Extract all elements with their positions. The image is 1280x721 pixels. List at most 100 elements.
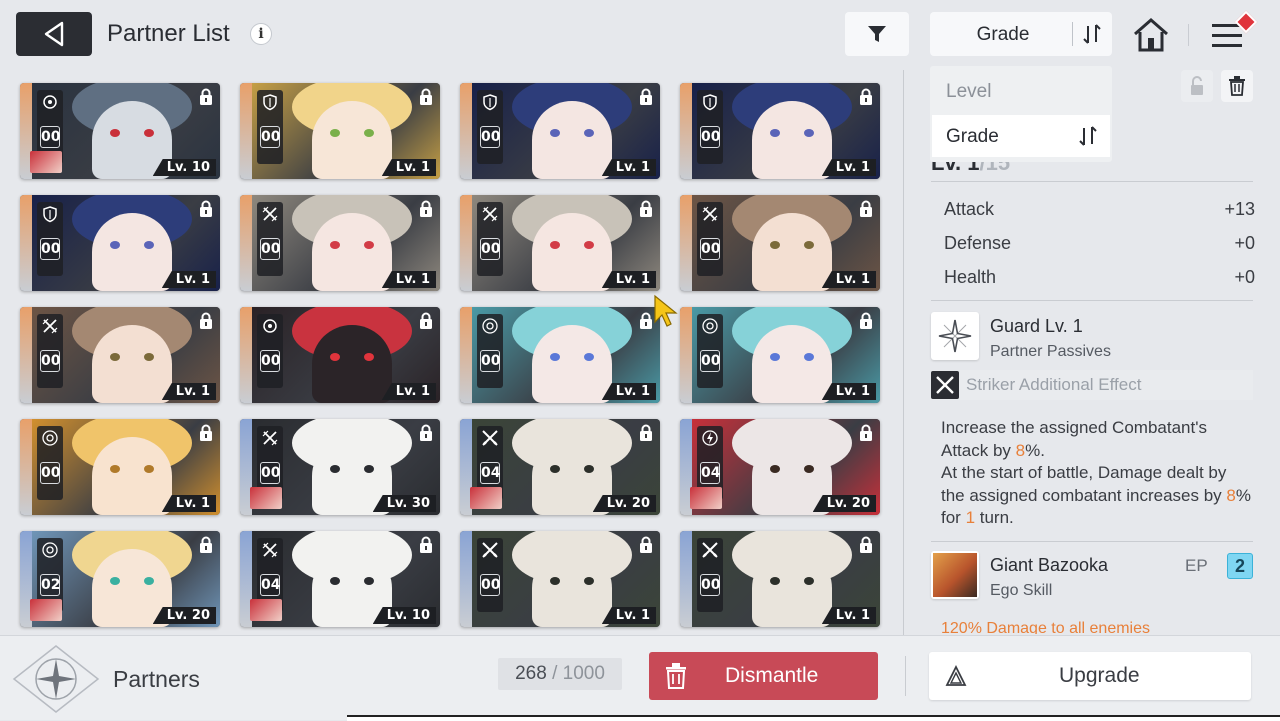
filter-button[interactable] <box>845 12 909 56</box>
lock-icon[interactable] <box>417 424 435 442</box>
rarity-stripe <box>240 307 252 403</box>
partner-count: 00 <box>40 238 60 260</box>
lock-icon[interactable] <box>857 312 875 330</box>
discard-button[interactable] <box>1221 70 1253 102</box>
info-icon[interactable]: i <box>250 23 272 45</box>
ego-skill-button[interactable] <box>931 551 979 599</box>
partner-card[interactable]: 04 Lv. 20 <box>460 419 660 515</box>
lock-icon[interactable] <box>197 536 215 554</box>
class-ranger-icon <box>42 542 58 558</box>
partner-card[interactable]: 00 Lv. 30 <box>240 419 440 515</box>
passive-skill-name: Guard Lv. 1 <box>990 316 1083 336</box>
partner-card[interactable]: 04 Lv. 20 <box>680 419 880 515</box>
sort-select[interactable]: Grade <box>930 12 1112 56</box>
rank-box: 00 <box>37 426 63 500</box>
lock-icon[interactable] <box>637 200 655 218</box>
home-button[interactable] <box>1131 16 1171 54</box>
equipped-combatant-thumbnail <box>690 487 722 509</box>
partner-card[interactable]: 00 Lv. 1 <box>240 195 440 291</box>
lock-icon[interactable] <box>417 88 435 106</box>
lock-icon[interactable] <box>857 424 875 442</box>
divider <box>931 181 1253 182</box>
lock-icon[interactable] <box>417 312 435 330</box>
partner-card[interactable]: 00 Lv. 1 <box>460 195 660 291</box>
equipped-combatant-thumbnail <box>470 487 502 509</box>
class-striker-icon <box>262 430 278 446</box>
trash-icon <box>1229 76 1245 96</box>
sort-option-level[interactable]: Level <box>930 70 1108 112</box>
lock-icon[interactable] <box>637 536 655 554</box>
window-bottom-edge <box>347 715 1280 721</box>
rarity-stripe <box>20 307 32 403</box>
partner-count: 00 <box>40 126 60 148</box>
rank-box: 00 <box>477 314 503 388</box>
class-effect-title: Striker Additional Effect <box>966 375 1142 394</box>
partner-card[interactable]: 00 Lv. 1 <box>460 83 660 179</box>
partner-card[interactable]: 00 Lv. 1 <box>20 195 220 291</box>
lock-icon[interactable] <box>417 536 435 554</box>
equipped-combatant-thumbnail <box>250 487 282 509</box>
lock-icon[interactable] <box>197 312 215 330</box>
lock-icon[interactable] <box>417 200 435 218</box>
partner-card[interactable]: 00 Lv. 1 <box>20 419 220 515</box>
sort-order-toggle[interactable] <box>1078 22 1106 46</box>
partner-card[interactable]: 00 Lv. 1 <box>680 83 880 179</box>
lock-toggle-button[interactable] <box>1181 70 1213 102</box>
partner-card[interactable]: 02 Lv. 20 <box>20 531 220 627</box>
lock-icon[interactable] <box>857 200 875 218</box>
partner-count: 02 <box>40 574 60 596</box>
filter-icon <box>868 26 886 42</box>
ego-skill-name: Giant Bazooka <box>990 555 1109 575</box>
partner-card[interactable]: 00 Lv. 1 <box>240 307 440 403</box>
lock-icon[interactable] <box>197 200 215 218</box>
stat-label: Defense <box>944 233 1012 253</box>
partner-card[interactable]: 00 Lv. 1 <box>680 531 880 627</box>
menu-line <box>1212 34 1242 37</box>
partner-card[interactable]: 00 Lv. 10 <box>20 83 220 179</box>
partner-card[interactable]: 00 Lv. 1 <box>460 307 660 403</box>
lock-icon[interactable] <box>637 88 655 106</box>
back-button[interactable] <box>16 12 92 56</box>
partner-card[interactable]: 00 Lv. 1 <box>460 531 660 627</box>
lock-icon[interactable] <box>197 424 215 442</box>
dismantle-button[interactable]: Dismantle <box>649 652 878 700</box>
unlock-icon <box>1191 76 1203 95</box>
partner-count: 00 <box>40 462 60 484</box>
menu-button[interactable] <box>1208 10 1258 54</box>
lock-icon[interactable] <box>857 88 875 106</box>
section-label: Partners <box>113 666 200 692</box>
lock-icon[interactable] <box>857 536 875 554</box>
rank-box: 00 <box>257 202 283 276</box>
partners-emblem-icon <box>12 644 100 714</box>
partner-count: 00 <box>480 350 500 372</box>
class-psionic-icon <box>702 430 718 446</box>
partner-card[interactable]: 00 Lv. 1 <box>20 307 220 403</box>
sort-option-grade[interactable]: Grade <box>932 115 1110 157</box>
class-support-icon <box>43 95 57 109</box>
class-swords-icon <box>482 430 498 446</box>
partner-count: 00 <box>480 126 500 148</box>
rank-box: 00 <box>477 202 503 276</box>
partner-card[interactable]: 00 Lv. 1 <box>680 307 880 403</box>
class-support-icon <box>263 319 277 333</box>
passive-skill-button[interactable] <box>931 312 979 360</box>
partner-card[interactable]: 00 Lv. 1 <box>680 195 880 291</box>
sort-order-icon <box>1079 126 1097 146</box>
rank-box: 00 <box>477 538 503 612</box>
partner-level-label: Lv. 10 <box>152 159 216 176</box>
class-defender-icon <box>263 94 277 111</box>
stat-value: +0 <box>1234 233 1255 253</box>
sort-option-label: Level <box>946 81 992 102</box>
stat-label: Attack <box>944 199 995 219</box>
passive-skill-type: Partner Passives <box>990 343 1111 360</box>
class-swords-icon <box>482 542 498 558</box>
class-swords-icon <box>702 542 718 558</box>
lock-icon[interactable] <box>197 88 215 106</box>
rarity-stripe <box>460 195 472 291</box>
partner-card[interactable]: 04 Lv. 10 <box>240 531 440 627</box>
stat-label: Health <box>944 267 997 287</box>
upgrade-button[interactable]: Upgrade <box>929 652 1251 700</box>
partner-card[interactable]: 00 Lv. 1 <box>240 83 440 179</box>
notification-badge-icon <box>1234 10 1258 34</box>
lock-icon[interactable] <box>637 424 655 442</box>
